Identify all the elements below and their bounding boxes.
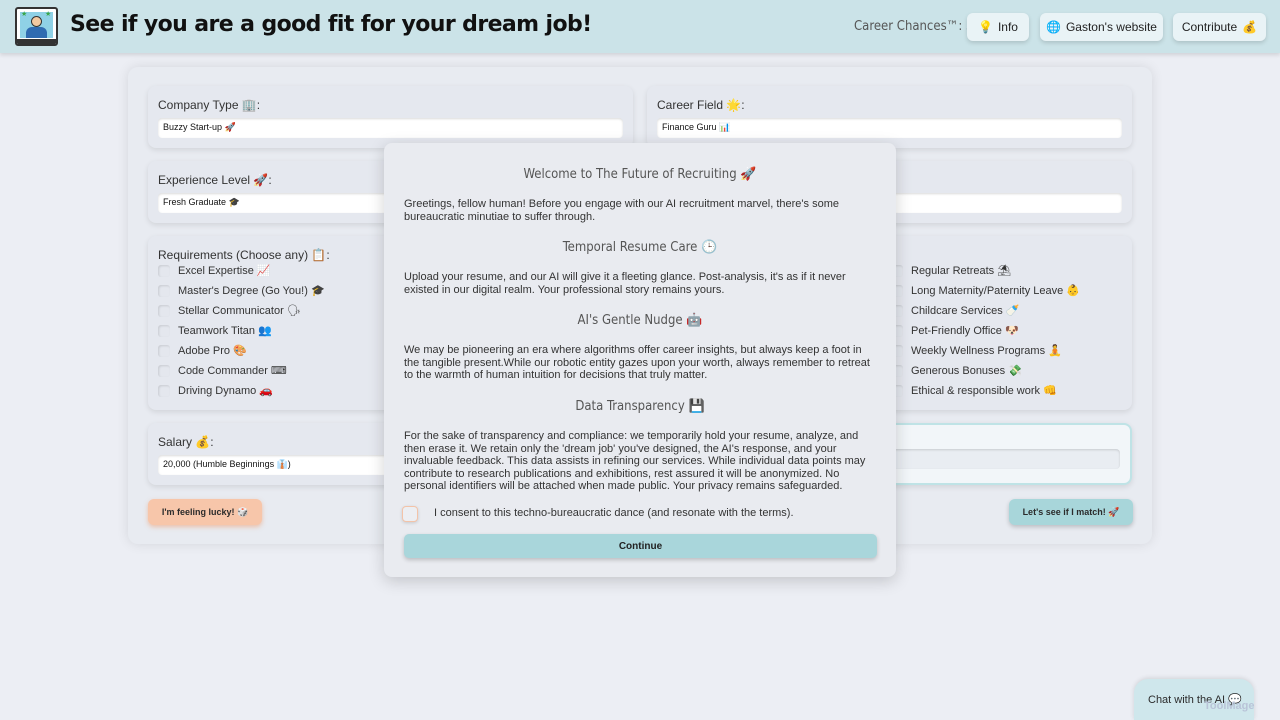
checkbox[interactable] — [158, 264, 170, 277]
feeling-lucky-button[interactable]: I'm feeling lucky! 🎲 — [148, 499, 262, 525]
checkbox[interactable] — [158, 344, 170, 357]
requirement-option[interactable]: Teamwork Titan 👥 — [158, 324, 272, 337]
career-field-select[interactable]: Finance Guru 📊 — [657, 118, 1122, 138]
money-bag-icon: 💰 — [1242, 20, 1258, 34]
continue-button[interactable]: Continue — [404, 534, 877, 558]
info-button[interactable]: 💡 Info — [967, 13, 1029, 41]
company-type-panel: Company Type 🏢: Buzzy Start-up 🚀 — [148, 86, 633, 148]
lightbulb-icon: 💡 — [978, 20, 993, 34]
company-type-label: Company Type 🏢: — [158, 98, 261, 112]
checkbox[interactable] — [158, 324, 170, 337]
salary-label: Salary 💰: — [158, 435, 214, 449]
experience-level-label: Experience Level 🚀: — [158, 173, 272, 187]
match-button[interactable]: Let's see if I match! 🚀 — [1009, 499, 1133, 525]
benefit-option[interactable]: Weekly Wellness Programs 🧘 — [891, 344, 1062, 357]
section-heading: Temporal Resume Care 🕒 — [562, 240, 718, 255]
contribute-button[interactable]: Contribute 💰 — [1173, 13, 1266, 41]
benefit-option[interactable]: Long Maternity/Paternity Leave 👶 — [891, 284, 1080, 297]
section-heading: AI's Gentle Nudge 🤖 — [577, 313, 703, 328]
requirement-option[interactable]: Master's Degree (Go You!) 🎓 — [158, 284, 325, 297]
section-text: Upload your resume, and our AI will give… — [404, 271, 846, 296]
website-button[interactable]: 🌐 Gaston's website — [1040, 13, 1163, 41]
benefit-option[interactable]: Regular Retreats ⛱ — [891, 264, 1011, 277]
modal-intro: Greetings, fellow human! Before you enga… — [404, 198, 839, 223]
benefit-option[interactable]: Pet-Friendly Office 🐶 — [891, 324, 1019, 337]
header-bar: ★ ★ See if you are a good fit for your d… — [0, 0, 1280, 53]
section-heading: Data Transparency 💾 — [575, 399, 705, 414]
section-text: For the sake of transparency and complia… — [404, 430, 866, 493]
benefit-option[interactable]: Ethical & responsible work 👊 — [891, 384, 1057, 397]
requirement-option[interactable]: Adobe Pro 🎨 — [158, 344, 247, 357]
checkbox[interactable] — [158, 384, 170, 397]
consent-modal: Welcome to The Future of Recruiting 🚀 Gr… — [384, 143, 896, 577]
requirement-option[interactable]: Code Commander ⌨ — [158, 364, 287, 377]
info-button-label: Info — [997, 20, 1018, 34]
requirement-option[interactable]: Driving Dynamo 🚗 — [158, 384, 273, 397]
consent-checkbox[interactable] — [402, 506, 418, 522]
page-title: See if you are a good fit for your dream… — [70, 12, 592, 37]
company-type-select[interactable]: Buzzy Start-up 🚀 — [158, 118, 623, 138]
checkbox[interactable] — [158, 364, 170, 377]
section-text: We may be pioneering an era where algori… — [404, 344, 870, 382]
globe-icon: 🌐 — [1046, 20, 1061, 34]
website-button-label: Gaston's website — [1065, 20, 1157, 34]
modal-title: Welcome to The Future of Recruiting 🚀 — [523, 167, 757, 182]
consent-label: I consent to this techno-bureaucratic da… — [434, 507, 794, 519]
contribute-button-label: Contribute — [1181, 20, 1238, 34]
app-logo: ★ ★ — [15, 7, 58, 46]
checkbox[interactable] — [158, 284, 170, 297]
career-field-panel: Career Field 🌟: Finance Guru 📊 — [647, 86, 1132, 148]
benefit-option[interactable]: Generous Bonuses 💸 — [891, 364, 1022, 377]
career-field-label: Career Field 🌟: — [657, 98, 745, 112]
checkbox[interactable] — [158, 304, 170, 317]
career-chances-counter: Career Chances™: 3 — [854, 19, 974, 34]
requirements-label: Requirements (Choose any) 📋: — [158, 248, 330, 262]
requirement-option[interactable]: Excel Expertise 📈 — [158, 264, 271, 277]
requirement-option[interactable]: Stellar Communicator 🗣 — [158, 304, 301, 317]
benefit-option[interactable]: Childcare Services 🍼 — [891, 304, 1019, 317]
watermark: ToolMage — [1204, 700, 1255, 712]
